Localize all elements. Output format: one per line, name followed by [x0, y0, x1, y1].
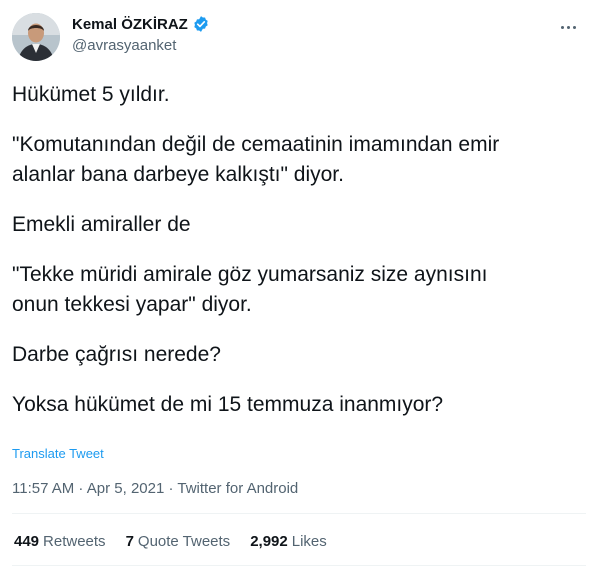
likes-count: 2,992 — [250, 533, 288, 550]
tweet-text: Hükümet 5 yıldır. "Komutanından değil de… — [12, 80, 587, 420]
divider — [12, 513, 586, 514]
quote-tweets-label: Quote Tweets — [137, 533, 231, 550]
tweet-card: Kemal ÖZKİRAZ @avrasyaanket Hükümet 5 yı… — [0, 0, 602, 569]
tweet-paragraph: Darbe çağrısı nerede? — [12, 343, 221, 366]
author-handle[interactable]: @avrasyaanket — [72, 37, 176, 54]
author-name-row[interactable]: Kemal ÖZKİRAZ — [72, 15, 210, 33]
tweet-paragraph: Yoksa hükümet de mi 15 temmuza inanmıyor… — [12, 393, 444, 416]
divider — [12, 565, 586, 566]
more-options-icon[interactable] — [556, 17, 580, 37]
retweets-count: 449 — [14, 533, 40, 550]
engagement-stats: 449 Retweets 7 Quote Tweets 2,992 Likes — [14, 533, 347, 550]
likes-stat[interactable]: 2,992 Likes — [250, 533, 327, 550]
tweet-paragraph: Emekli amiraller de — [12, 213, 191, 236]
tweet-timestamp[interactable]: 11:57 AM · Apr 5, 2021 · Twitter for And… — [12, 480, 298, 497]
author-display-name[interactable]: Kemal ÖZKİRAZ — [72, 16, 188, 33]
tweet-paragraph: "Komutanından değil de cemaatinin imamın… — [12, 133, 500, 186]
avatar[interactable] — [12, 13, 60, 61]
avatar-image — [12, 13, 60, 61]
verified-badge-icon — [194, 16, 208, 32]
quote-tweets-count: 7 — [125, 533, 134, 550]
quote-tweets-stat[interactable]: 7 Quote Tweets — [126, 533, 231, 550]
tweet-paragraph: "Tekke müridi amirale göz yumarsaniz siz… — [12, 263, 488, 316]
retweets-stat[interactable]: 449 Retweets — [14, 533, 106, 550]
retweets-label: Retweets — [43, 533, 106, 550]
tweet-paragraph: Hükümet 5 yıldır. — [12, 83, 170, 106]
translate-tweet-link[interactable]: Translate Tweet — [12, 446, 104, 461]
likes-label: Likes — [291, 533, 327, 550]
